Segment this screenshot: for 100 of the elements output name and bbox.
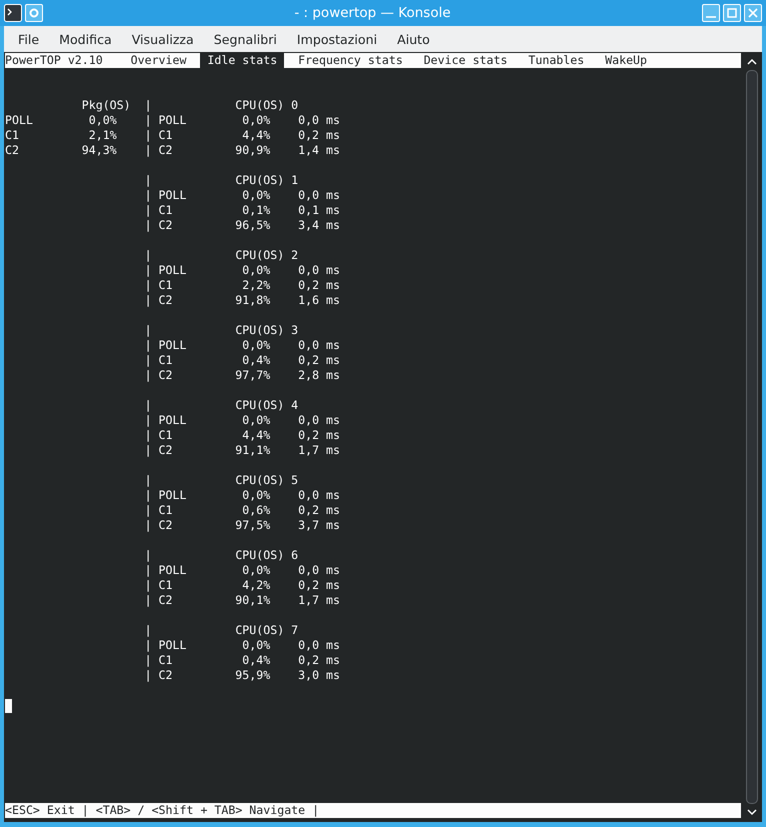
- column-header: CPU(OS) 5: [235, 473, 298, 488]
- column-separator: |: [144, 203, 152, 218]
- tab[interactable]: WakeUp: [598, 53, 654, 68]
- table-cell-text: 4,2%: [241, 578, 270, 593]
- column-separator: |: [144, 638, 152, 653]
- column-header: CPU(OS) 1: [235, 173, 298, 188]
- status-bar-text: <ESC> Exit | <TAB> / <Shift + TAB> Navigate |: [5, 803, 320, 818]
- circle-icon: [29, 8, 39, 18]
- table-cell-text: 1,7 ms: [297, 443, 340, 458]
- table-cell-text: 0,0%: [241, 338, 270, 353]
- table-cell-text: 0,2 ms: [297, 278, 340, 293]
- menu-item[interactable]: Segnalibri: [204, 32, 287, 46]
- table-cell-text: 0,0 ms: [297, 188, 340, 203]
- table-cell-text: 0,1%: [241, 203, 270, 218]
- table-cell-text: 0,0 ms: [297, 563, 340, 578]
- column-header: CPU(OS) 4: [235, 398, 298, 413]
- column-header: CPU(OS) 0: [235, 98, 298, 113]
- table-cell-text: 0,0%: [241, 638, 270, 653]
- column-separator: |: [144, 518, 152, 533]
- state-label: POLL: [5, 113, 34, 128]
- state-label: POLL: [158, 113, 188, 128]
- tab[interactable]: Device stats: [416, 53, 514, 68]
- table-cell-text: 0,2 ms: [297, 128, 340, 143]
- state-label: POLL: [158, 413, 188, 428]
- column-separator: |: [144, 443, 152, 458]
- state-label: POLL: [158, 563, 188, 578]
- state-label: POLL: [158, 638, 188, 653]
- column-separator: |: [144, 668, 152, 683]
- table-cell-text: 0,0%: [241, 263, 270, 278]
- table-cell-text: 1,6 ms: [297, 293, 340, 308]
- scroll-up-icon[interactable]: [746, 58, 756, 65]
- column-separator: |: [144, 323, 152, 338]
- scrollbar-track[interactable]: [746, 70, 758, 804]
- state-label: C2: [5, 143, 20, 158]
- table-cell-text: 0,2 ms: [297, 503, 340, 518]
- state-label: C2: [158, 293, 174, 308]
- close-icon: [748, 8, 758, 18]
- table-cell-text: 4,4%: [241, 428, 270, 443]
- state-label: C2: [158, 518, 174, 533]
- column-separator: |: [144, 473, 152, 488]
- state-label: C2: [158, 368, 174, 383]
- table-cell-text: 1,7 ms: [297, 593, 340, 608]
- table-cell-text: 0,0%: [241, 413, 270, 428]
- table-cell-text: 2,1%: [88, 128, 117, 143]
- table-cell-text: 0,0 ms: [297, 638, 340, 653]
- column-header: CPU(OS) 7: [235, 623, 298, 638]
- table-cell-text: 97,7%: [234, 368, 270, 383]
- table-cell-text: 96,5%: [234, 218, 270, 233]
- tab[interactable]: Overview: [124, 53, 194, 68]
- column-separator: |: [144, 578, 152, 593]
- terminal-icon[interactable]: [4, 4, 22, 22]
- table-cell-text: 91,8%: [234, 293, 270, 308]
- table-cell-text: 95,9%: [234, 668, 270, 683]
- column-separator: |: [144, 143, 152, 158]
- state-label: POLL: [158, 263, 188, 278]
- table-cell-text: 3,0 ms: [297, 668, 340, 683]
- table-cell-text: 0,2 ms: [297, 578, 340, 593]
- maximize-button[interactable]: [723, 4, 741, 22]
- table-cell-text: 0,6%: [241, 503, 270, 518]
- column-separator: |: [144, 188, 152, 203]
- column-separator: |: [144, 128, 152, 143]
- table-cell-text: 3,4 ms: [297, 218, 340, 233]
- column-separator: |: [144, 98, 152, 113]
- state-label: C1: [5, 128, 20, 143]
- column-separator: |: [144, 503, 152, 518]
- column-separator: |: [144, 398, 152, 413]
- menu-item[interactable]: Visualizza: [122, 32, 204, 46]
- table-cell-text: 3,7 ms: [297, 518, 340, 533]
- tab[interactable]: Tunables: [521, 53, 592, 68]
- column-separator: |: [144, 413, 152, 428]
- table-cell-text: 0,0%: [241, 113, 270, 128]
- column-header: CPU(OS) 2: [235, 248, 298, 263]
- state-label: POLL: [158, 188, 188, 203]
- column-separator: |: [144, 173, 152, 188]
- table-cell-text: 2,2%: [241, 278, 270, 293]
- table-cell-text: 0,2 ms: [297, 428, 340, 443]
- app-version: PowerTOP v2.10: [5, 53, 104, 68]
- state-label: C1: [158, 653, 174, 668]
- state-label: POLL: [158, 488, 188, 503]
- text-cursor: [5, 699, 12, 713]
- minimize-button[interactable]: [702, 4, 720, 22]
- minimize-icon: [706, 16, 716, 18]
- state-label: C1: [158, 278, 174, 293]
- table-cell-text: 90,1%: [234, 593, 270, 608]
- column-header: CPU(OS) 3: [235, 323, 298, 338]
- menu-item[interactable]: Aiuto: [387, 32, 440, 46]
- column-separator: |: [144, 593, 152, 608]
- scroll-down-icon[interactable]: [746, 809, 756, 816]
- menu-item[interactable]: Modifica: [49, 32, 122, 46]
- tab[interactable]: Idle stats: [200, 53, 284, 68]
- menu-item[interactable]: File: [8, 32, 50, 46]
- menu-item[interactable]: Impostazioni: [286, 32, 388, 46]
- column-separator: |: [144, 248, 152, 263]
- column-header: Pkg(OS): [82, 98, 131, 113]
- close-button[interactable]: [744, 4, 762, 22]
- table-cell-text: 0,0 ms: [297, 488, 340, 503]
- state-label: C2: [158, 143, 174, 158]
- tab[interactable]: Frequency stats: [291, 53, 410, 68]
- state-label: C1: [158, 203, 174, 218]
- state-label: C2: [158, 218, 174, 233]
